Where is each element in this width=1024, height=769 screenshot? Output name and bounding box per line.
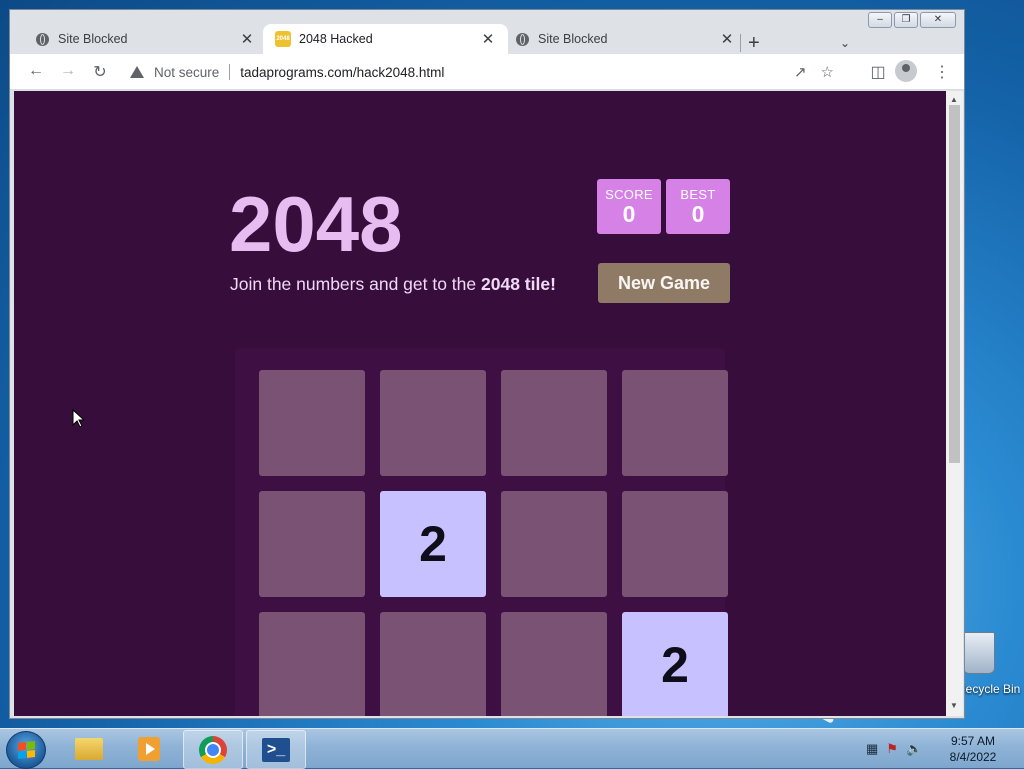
page-scrollbar[interactable]: ▲ ▼	[946, 91, 963, 716]
game-grid[interactable]: 22	[235, 348, 728, 716]
tab-title: Site Blocked	[538, 32, 608, 46]
game-title: 2048	[229, 180, 403, 268]
tab-close-icon[interactable]: ✕	[719, 30, 735, 48]
address-bar[interactable]: Not secure tadaprograms.com/hack2048.htm…	[122, 57, 858, 87]
tab-close-icon[interactable]: ✕	[239, 30, 255, 48]
scroll-down-icon[interactable]: ▼	[950, 701, 958, 710]
score-label: SCORE	[605, 187, 653, 202]
windows-logo-icon	[18, 741, 35, 759]
media-player-icon	[138, 736, 160, 761]
bookmark-star-icon[interactable]: ☆	[821, 63, 834, 81]
scroll-thumb[interactable]	[949, 105, 960, 463]
mouse-cursor-icon	[72, 409, 84, 428]
new-game-button[interactable]: New Game	[598, 263, 730, 303]
tab-title: 2048 Hacked	[299, 32, 373, 46]
profile-avatar-icon[interactable]	[895, 60, 917, 82]
grid-cell	[259, 491, 365, 597]
browser-toolbar: ← → ↻ Not secure tadaprograms.com/hack20…	[10, 54, 964, 90]
best-box: BEST 0	[666, 179, 730, 234]
grid-cell	[501, 491, 607, 597]
grid-cell	[380, 370, 486, 476]
tab-search-chevron-icon[interactable]: ⌄	[840, 36, 850, 50]
taskbar-chrome[interactable]	[183, 730, 243, 769]
warning-icon	[130, 66, 144, 78]
intro-bold: 2048 tile!	[481, 274, 556, 294]
tab-separator	[740, 34, 741, 52]
grid-cell	[622, 491, 728, 597]
taskbar-explorer[interactable]	[60, 730, 118, 767]
folder-icon	[75, 737, 103, 760]
back-arrow-icon[interactable]: ←	[26, 62, 46, 80]
grid-cell	[380, 612, 486, 716]
best-value: 0	[691, 201, 705, 227]
tab-strip: Site Blocked ✕ 2048 2048 Hacked ✕ Site B…	[10, 20, 964, 54]
start-button[interactable]	[6, 731, 46, 769]
grid-cell	[259, 370, 365, 476]
globe-icon	[514, 31, 530, 47]
tab-site-blocked-2[interactable]: Site Blocked ✕	[502, 24, 747, 54]
page-content: 2048 SCORE 0 BEST 0 Join the numbers and…	[14, 91, 946, 716]
taskbar: >_ ▦ ⚑ 🔈 9:57 AM 8/4/2022	[0, 728, 1024, 769]
recycle-bin-shortcut[interactable]: Recycle Bin	[955, 630, 1024, 700]
browser-window: – ❐ ✕ Site Blocked ✕ 2048 2048 Hacked ✕ …	[9, 9, 965, 719]
system-tray: ▦ ⚑ 🔈	[866, 741, 922, 757]
forward-arrow-icon[interactable]: →	[58, 62, 78, 80]
tile: 2	[622, 612, 728, 716]
scroll-up-icon[interactable]: ▲	[950, 95, 958, 104]
tab-2048-hacked[interactable]: 2048 2048 Hacked ✕	[263, 24, 508, 54]
new-tab-plus-icon[interactable]: +	[748, 32, 760, 55]
menu-kebab-icon[interactable]: ⋮	[932, 62, 952, 82]
action-center-flag-icon[interactable]: ⚑	[886, 741, 898, 757]
volume-icon[interactable]: 🔈	[906, 741, 922, 757]
tab-site-blocked-1[interactable]: Site Blocked ✕	[22, 24, 267, 54]
reload-icon[interactable]: ↻	[90, 62, 110, 82]
network-icon[interactable]: ▦	[866, 741, 878, 757]
share-icon[interactable]: ↗	[794, 63, 807, 81]
game-intro: Join the numbers and get to the 2048 til…	[230, 274, 556, 295]
tab-close-icon[interactable]: ✕	[480, 30, 496, 48]
security-label[interactable]: Not secure	[154, 65, 219, 80]
taskbar-powershell[interactable]: >_	[246, 730, 306, 769]
2048-favicon-icon: 2048	[275, 31, 291, 47]
powershell-icon: >_	[262, 737, 290, 762]
clock-date: 8/4/2022	[949, 750, 997, 764]
grid-cell	[622, 370, 728, 476]
grid-cell	[501, 370, 607, 476]
side-panel-icon[interactable]: ◫	[868, 62, 888, 82]
recycle-bin-icon	[963, 632, 995, 674]
tile: 2	[380, 491, 486, 597]
clock[interactable]: 9:57 AM 8/4/2022	[942, 733, 1004, 765]
taskbar-media-player[interactable]	[120, 730, 178, 767]
grid-cell	[501, 612, 607, 716]
clock-time: 9:57 AM	[950, 734, 996, 748]
url-text[interactable]: tadaprograms.com/hack2048.html	[240, 65, 444, 80]
score-value: 0	[622, 201, 636, 227]
globe-icon	[34, 31, 50, 47]
tab-title: Site Blocked	[58, 32, 128, 46]
chrome-icon	[199, 735, 227, 764]
best-label: BEST	[680, 187, 716, 202]
grid-cell	[259, 612, 365, 716]
intro-text: Join the numbers and get to the	[230, 274, 481, 294]
score-box: SCORE 0	[597, 179, 661, 234]
recycle-bin-label: Recycle Bin	[957, 682, 1021, 696]
